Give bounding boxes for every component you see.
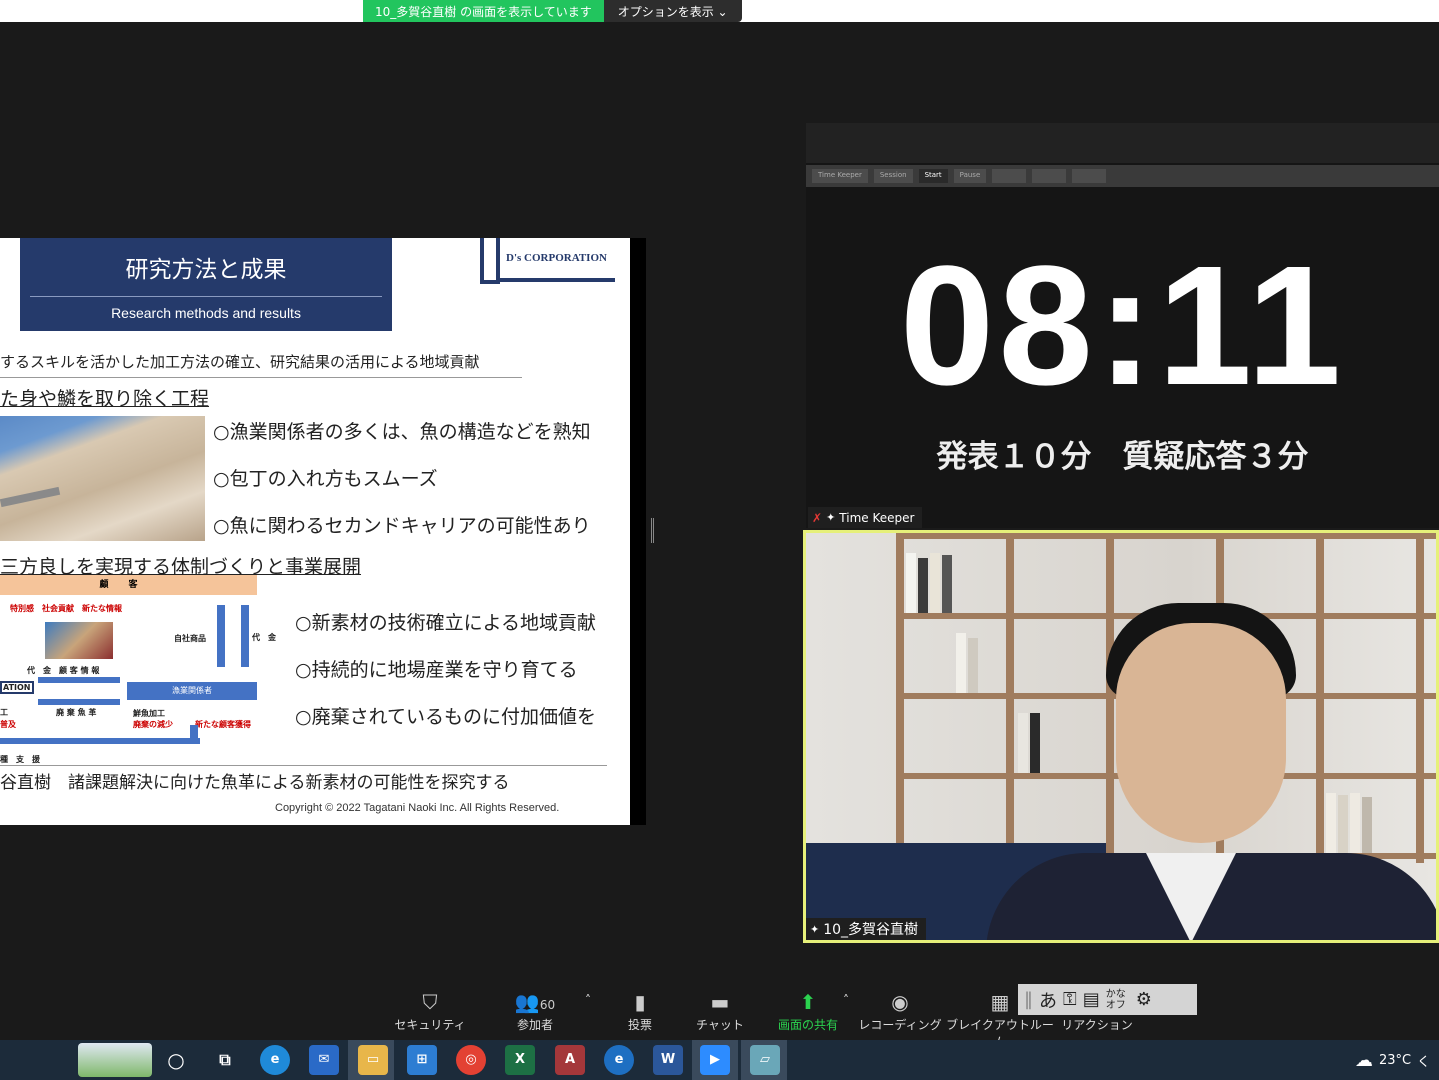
arrow-up-icon (217, 605, 225, 667)
golf-news-icon[interactable] (78, 1043, 152, 1077)
bullet1-3: ○魚に関わるセカンドキャリアの可能性あり (213, 515, 591, 537)
leather-image (45, 622, 113, 659)
search-icon[interactable]: ○ (161, 1045, 191, 1075)
chevron-up-icon: ˄ (585, 993, 591, 1007)
cloud-icon: ☁ (1355, 1050, 1373, 1071)
arrow-left-icon (38, 699, 120, 705)
chevron-up-icon: ˄ (843, 993, 849, 1007)
diagram-header: 顧客 (0, 575, 257, 595)
bullet2-3: ○廃棄されているものに付加価値を (295, 706, 597, 728)
slide-copyright: Copyright © 2022 Tagatani Naoki Inc. All… (275, 802, 560, 814)
slide-title-box: 研究方法と成果 Research methods and results (20, 238, 392, 331)
ime-dictionary-icon[interactable]: ▤ (1083, 989, 1100, 1010)
bullet2-1: ○新素材の技術確立による地域貢献 (295, 612, 597, 634)
chat-icon: ▬ (710, 990, 730, 1014)
access-icon[interactable]: A (555, 1045, 585, 1075)
bar-chart-icon: ▮ (634, 990, 646, 1014)
speaker-name-tag: ✦ 10_多賀谷直樹 (806, 918, 927, 940)
store-icon[interactable]: ⊞ (407, 1045, 437, 1075)
pin-icon: ✦ (826, 511, 836, 524)
fishery-box: 漁業関係者 (127, 682, 257, 700)
pin-icon: ✦ (810, 922, 820, 936)
splitter-handle[interactable] (651, 518, 654, 543)
hiragana-mode-button[interactable]: あ (1039, 987, 1057, 1013)
timer-toolbar: Time Keeper Session Start Pause (806, 165, 1439, 187)
share-banner: 10_多賀谷直樹 の画面を表示しています オプションを表示 ⌄ (363, 0, 742, 22)
participant-face (1116, 623, 1286, 843)
file-explorer-icon[interactable]: ▭ (358, 1045, 388, 1075)
ime-grip[interactable]: ‖ (1024, 989, 1033, 1010)
excel-icon[interactable]: X (505, 1045, 535, 1075)
internet-explorer-icon[interactable]: e (604, 1045, 634, 1075)
polls-button[interactable]: ▮ 投票 (595, 990, 685, 1033)
task-view-icon[interactable]: ⧉ (210, 1045, 240, 1075)
record-button[interactable]: ◉ レコーディング (855, 990, 945, 1033)
bullet1-2: ○包丁の入れ方もスムーズ (213, 468, 438, 490)
kana-off-button[interactable]: かなオフ (1106, 989, 1130, 1011)
timer-subtitle: 発表１０分 質疑応答３分 (936, 439, 1309, 475)
chrome-icon[interactable]: ◎ (456, 1045, 486, 1075)
bullet1-1: ○漁業関係者の多くは、魚の構造などを熟知 (213, 421, 591, 443)
record-icon: ◉ (891, 990, 909, 1014)
fish-skin-photo (0, 416, 205, 541)
bullet2-2: ○持続的に地場産業を守り育てる (295, 659, 578, 681)
chat-button[interactable]: ▬ チャット (675, 990, 765, 1033)
bottom-arrow-icon (0, 738, 200, 744)
weather-widget[interactable]: ☁ 23°C く (1355, 1050, 1430, 1071)
security-button[interactable]: ⛉ セキュリティ (385, 990, 475, 1033)
arrow-down-icon (241, 605, 249, 667)
zoom-icon[interactable]: ▶ (700, 1045, 730, 1075)
slide-title: 研究方法と成果 (125, 257, 287, 283)
mail-icon[interactable]: ✉ (309, 1045, 339, 1075)
time-keeper-name-tag: ✗ ✦ Time Keeper (808, 507, 923, 528)
word-icon[interactable]: W (653, 1045, 683, 1075)
muted-mic-icon: ✗ (812, 510, 823, 525)
edge-icon[interactable]: e (260, 1045, 290, 1075)
slide-intro: するスキルを活かした加工方法の確立、研究結果の活用による地域貢献 (0, 353, 480, 371)
notes-icon[interactable]: ▱ (750, 1045, 780, 1075)
arrow-right-icon (38, 677, 120, 683)
slide-subtitle: Research methods and results (111, 305, 301, 321)
slide-footer-line: 谷直樹 諸課題解決に向けた魚革による新素材の可能性を探究する (0, 773, 510, 793)
countdown-clock: 08:11 (899, 231, 1346, 421)
business-diagram: 顧客 特別感 社会貢献 新たな情報 自社商品 代 金 代 金 顧 客 情 報 漁… (0, 575, 280, 765)
time-keeper-video[interactable]: Time Keeper Session Start Pause 08:11 発表… (806, 123, 1439, 528)
ime-pad-icon[interactable]: ⚿ (1063, 989, 1077, 1010)
company-logo: D's CORPORATION (480, 238, 615, 284)
active-speaker-video[interactable] (803, 530, 1439, 943)
view-options-button[interactable]: オプションを表示 ⌄ (603, 0, 742, 22)
ime-toolbar: ‖ あ ⚿ ▤ かなオフ ⚙ (1018, 984, 1197, 1015)
section1-heading: た身や鱗を取り除く工程 (0, 388, 210, 410)
settings-gear-icon[interactable]: ⚙ (1136, 989, 1152, 1010)
sharing-status: 10_多賀谷直樹 の画面を表示しています (363, 0, 604, 22)
shield-icon: ⛉ (422, 990, 438, 1014)
shared-slide: 研究方法と成果 Research methods and results D's… (0, 238, 630, 825)
